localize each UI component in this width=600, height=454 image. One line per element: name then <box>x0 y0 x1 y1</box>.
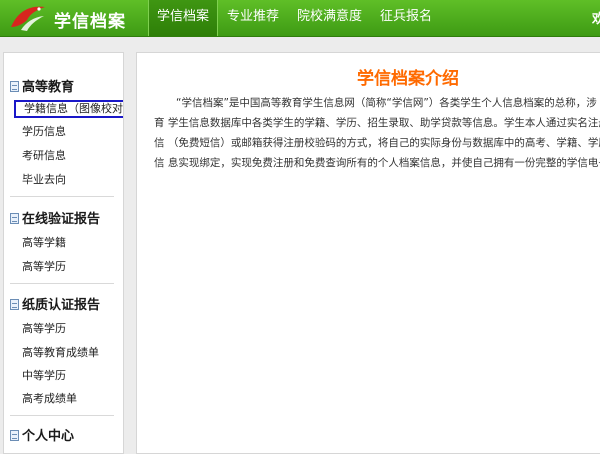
document-icon <box>10 299 19 310</box>
document-icon <box>10 81 19 92</box>
sidebar-section-title: 在线验证报告 <box>22 212 101 227</box>
paragraph-line: 信 （免费短信）或邮箱获得注册校验码的方式，将自己的实际身份与数据库中的高考、学… <box>154 137 600 149</box>
sidebar-section-title: 个人中心 <box>22 429 75 444</box>
sidebar-item-paper-higher-education[interactable]: 高等学历 <box>22 320 66 338</box>
sidebar-section-title: 纸质认证报告 <box>22 298 101 313</box>
top-navigation-bar: 学信档案 学信档案 专业推荐 院校满意度 征兵报名 欢 <box>0 0 600 37</box>
sidebar: 高等教育 学籍信息（图像校对） 学历信息 考研信息 毕业去向 在线验证报告 高等… <box>3 52 124 454</box>
page-title: 学信档案介绍 <box>357 69 459 89</box>
nav-tab-xuexin-archive[interactable]: 学信档案 <box>148 0 219 36</box>
main-nav: 学信档案 专业推荐 院校满意度 征兵报名 <box>148 0 441 36</box>
sidebar-item-enrollment-info[interactable]: 学籍信息（图像校对） <box>14 100 123 118</box>
document-icon <box>10 213 19 224</box>
sidebar-item-online-higher-enrollment[interactable]: 高等学籍 <box>22 234 66 252</box>
nav-tab-school-satisfaction[interactable]: 院校满意度 <box>288 0 371 36</box>
sidebar-section-online-verification: 在线验证报告 <box>10 210 100 230</box>
paragraph-line: 信 息实现绑定，实现免费注册和免费查询所有的个人档案信息，并使自己拥有一份完整的… <box>154 157 600 169</box>
welcome-text-clipped: 欢 <box>592 12 600 27</box>
main-content-panel: 学信档案介绍 “学信档案”是中国高等教育学生信息网（简称“学信网”）各类学生个人… <box>136 52 600 454</box>
sidebar-section-higher-education: 高等教育 <box>10 78 74 98</box>
paragraph-line: “学信档案”是中国高等教育学生信息网（简称“学信网”）各类学生个人信息档案的总称… <box>176 97 597 109</box>
section-divider <box>10 415 114 416</box>
sidebar-item-graduation-destination[interactable]: 毕业去向 <box>22 171 66 189</box>
sidebar-section-title: 高等教育 <box>22 80 75 95</box>
sidebar-item-postgrad-exam-info[interactable]: 考研信息 <box>22 147 66 165</box>
brand-name[interactable]: 学信档案 <box>54 7 126 32</box>
sidebar-item-transcript[interactable]: 高等教育成绩单 <box>22 344 99 362</box>
sidebar-item-education-info[interactable]: 学历信息 <box>22 123 66 141</box>
intro-paragraph: “学信档案”是中国高等教育学生信息网（简称“学信网”）各类学生个人信息档案的总称… <box>154 93 600 173</box>
paragraph-line: 育 学生信息数据库中各类学生的学籍、学历、招生录取、助学贷款等信息。学生本人通过… <box>154 117 600 129</box>
document-icon <box>10 430 19 441</box>
sidebar-item-online-higher-education[interactable]: 高等学历 <box>22 258 66 276</box>
sidebar-section-personal-center: 个人中心 <box>10 427 74 447</box>
nav-tab-major-recommendation[interactable]: 专业推荐 <box>218 0 288 36</box>
section-divider <box>10 196 114 197</box>
red-bird-logo-icon[interactable] <box>8 3 48 33</box>
nav-tab-conscription-signup[interactable]: 征兵报名 <box>371 0 441 36</box>
sidebar-section-paper-certification: 纸质认证报告 <box>10 296 100 316</box>
sidebar-item-gaokao-scores[interactable]: 高考成绩单 <box>22 390 77 408</box>
section-divider <box>10 283 114 284</box>
sidebar-item-secondary-education[interactable]: 中等学历 <box>22 367 66 385</box>
